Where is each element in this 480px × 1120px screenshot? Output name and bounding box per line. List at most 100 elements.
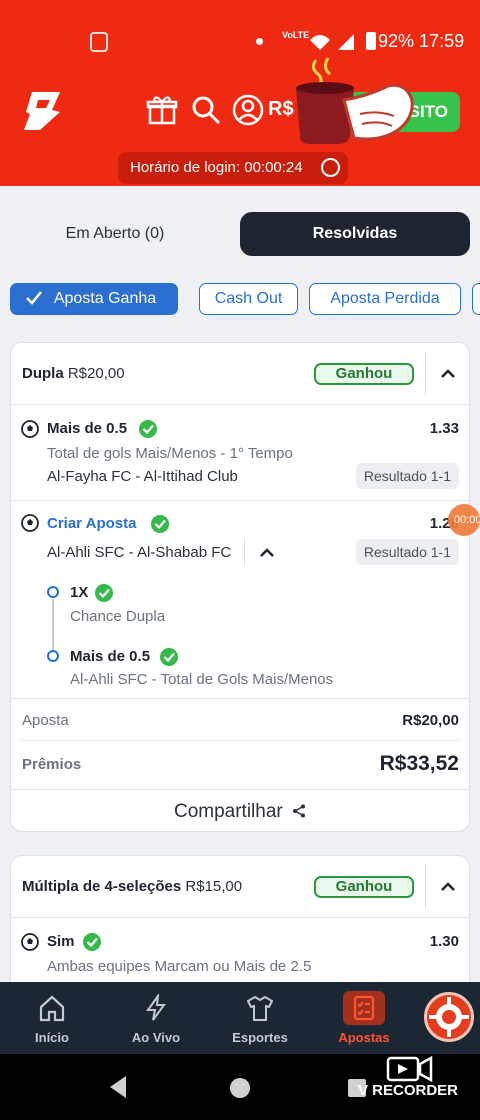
leg-title: 1X xyxy=(70,584,89,601)
nav-sports-label: Esportes xyxy=(232,1030,288,1045)
divider xyxy=(11,500,469,501)
selection-match: Al-Fayha FC - Al-Ittihad Club xyxy=(47,468,238,485)
clock-icon xyxy=(321,158,340,177)
bet-type: Dupla xyxy=(22,365,64,382)
nav-home[interactable]: Início xyxy=(4,982,100,1054)
leg-market: Al-Ahli SFC - Total de Gols Mais/Menos xyxy=(70,671,334,688)
soccer-ball-icon xyxy=(21,420,39,438)
nav-live-label: Ao Vivo xyxy=(131,1030,181,1045)
search-icon[interactable] xyxy=(190,94,222,126)
battery-icon xyxy=(366,32,376,50)
timeline-dot xyxy=(47,586,59,598)
selection-market: Total de gols Mais/Menos - 1° Tempo xyxy=(47,445,293,462)
soccer-ball-icon xyxy=(21,933,39,951)
app-header: VoLTE 92% 17:59 R$ SITO Horário de login… xyxy=(0,0,480,186)
jersey-icon xyxy=(246,995,274,1021)
home-circle-icon[interactable] xyxy=(230,1078,250,1098)
check-icon xyxy=(26,291,42,305)
selection-title: Sim xyxy=(47,933,75,950)
login-time-pill: Horário de login: 00:00:24 xyxy=(118,152,348,184)
stake-value: R$20,00 xyxy=(402,712,459,729)
notification-dot-icon xyxy=(256,38,263,45)
coffee-cup-sticker-icon xyxy=(296,57,414,144)
volte-label: VoLTE xyxy=(282,30,310,40)
result-chip: Resultado 1-1 xyxy=(355,539,459,565)
tab-open-bets[interactable]: Em Aberto (0) xyxy=(10,212,220,256)
stake-label: Aposta xyxy=(22,712,69,729)
chevron-up-icon[interactable] xyxy=(440,879,456,895)
clock: 17:59 xyxy=(419,31,465,51)
poker-chip-icon xyxy=(429,997,469,1037)
lightning-icon xyxy=(146,994,166,1021)
nav-bets[interactable]: Apostas xyxy=(316,982,412,1054)
bet-status-tabs: Em Aberto (0) Resolvidas xyxy=(10,212,470,256)
selection-market: Ambas equipes Marcam ou Mais de 2.5 xyxy=(47,958,312,975)
chevron-up-icon[interactable] xyxy=(440,366,456,382)
result-chip: Resultado 1-1 xyxy=(355,463,459,489)
bet-slip-icon xyxy=(353,995,375,1021)
filter-next-chip[interactable] xyxy=(472,283,480,315)
filter-won-label: Aposta Ganha xyxy=(53,290,157,307)
bet-amount: R$15,00 xyxy=(185,878,243,895)
nav-bets-label: Apostas xyxy=(338,1030,390,1045)
bet-builder-title: Criar Aposta xyxy=(47,515,137,532)
video-recorder-icon xyxy=(386,1055,433,1083)
filter-won-bets[interactable]: Aposta Ganha xyxy=(10,283,178,315)
gift-icon[interactable] xyxy=(146,94,178,126)
prize-value: R$33,52 xyxy=(379,752,459,775)
casino-chip-button[interactable] xyxy=(424,992,474,1042)
success-check-icon xyxy=(160,648,178,666)
bet-card: Dupla R$20,00 Ganhou Mais de 0.5 1.33 To… xyxy=(10,342,470,832)
divider xyxy=(425,351,426,395)
chevron-up-icon[interactable] xyxy=(259,545,275,561)
battery-level: 92% xyxy=(378,31,415,51)
selection-odds: 1.33 xyxy=(429,420,459,437)
bet-type: Múltipla de 4-seleções xyxy=(22,878,182,895)
system-navigation-bar: V RECORDER xyxy=(0,1054,480,1120)
divider xyxy=(425,864,426,908)
share-label: Compartilhar xyxy=(173,801,283,822)
leg-market: Chance Dupla xyxy=(70,608,166,625)
leg-title: Mais de 0.5 xyxy=(70,648,151,665)
status-bar: VoLTE 92% 17:59 xyxy=(0,28,480,58)
selection-title: Mais de 0.5 xyxy=(47,420,128,437)
status-badge: Ganhou xyxy=(314,363,414,385)
lock-icon xyxy=(90,32,108,52)
bet-card: Múltipla de 4-seleções R$15,00 Ganhou Si… xyxy=(10,855,470,995)
nav-live[interactable]: Ao Vivo xyxy=(108,982,204,1054)
filter-cash-out[interactable]: Cash Out xyxy=(199,283,298,315)
selection-odds: 1.30 xyxy=(429,933,459,950)
bet-card-header[interactable]: Múltipla de 4-seleções R$15,00 Ganhou xyxy=(11,856,469,918)
success-check-icon xyxy=(151,515,169,533)
bet-amount: R$20,00 xyxy=(67,365,125,382)
filter-chips: Aposta Ganha Cash Out Aposta Perdida xyxy=(10,283,480,315)
bottom-navigation: Início Ao Vivo Esportes Apostas xyxy=(0,982,480,1054)
recorder-watermark: V RECORDER xyxy=(358,1082,459,1099)
status-badge: Ganhou xyxy=(314,876,414,898)
filter-lost-bets[interactable]: Aposta Perdida xyxy=(309,283,461,315)
login-time-label: Horário de login: 00:00:24 xyxy=(130,159,303,176)
share-icon xyxy=(293,804,306,818)
nav-home-label: Início xyxy=(35,1030,69,1045)
selection-match: Al-Ahli SFC - Al-Shabab FC xyxy=(47,544,232,561)
signal-icon xyxy=(308,32,360,57)
soccer-ball-icon xyxy=(21,514,39,532)
nav-sports[interactable]: Esportes xyxy=(212,982,308,1054)
divider xyxy=(11,698,469,699)
brand-logo-icon[interactable] xyxy=(22,90,64,132)
tab-resolved-bets[interactable]: Resolvidas xyxy=(240,212,470,256)
success-check-icon xyxy=(139,420,157,438)
back-icon[interactable] xyxy=(110,1076,126,1098)
home-icon xyxy=(39,995,65,1022)
success-check-icon xyxy=(83,933,101,951)
timeline-dot xyxy=(47,650,59,662)
bet-card-header[interactable]: Dupla R$20,00 Ganhou xyxy=(11,343,469,405)
divider xyxy=(21,740,459,741)
share-button[interactable]: Compartilhar xyxy=(11,789,469,833)
success-check-icon xyxy=(95,584,113,602)
timeline-line xyxy=(52,599,54,655)
user-account-icon[interactable] xyxy=(232,94,264,126)
overlay-timer-bubble[interactable]: 00:00 xyxy=(448,504,480,536)
prize-label: Prêmios xyxy=(22,756,82,773)
divider xyxy=(244,539,245,565)
